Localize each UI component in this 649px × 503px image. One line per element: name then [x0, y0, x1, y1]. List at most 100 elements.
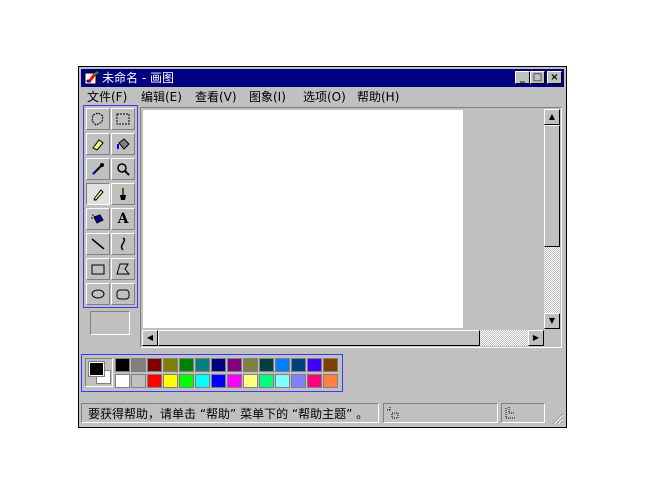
- color-swatch[interactable]: [275, 374, 290, 388]
- tool-airbrush[interactable]: [86, 208, 110, 230]
- close-icon: ×: [550, 72, 559, 83]
- paint-app-icon[interactable]: [84, 70, 100, 86]
- free-form-select-icon: [91, 112, 104, 126]
- tool-free-form-select[interactable]: [86, 108, 110, 130]
- color-swatch[interactable]: [147, 374, 162, 388]
- color-swatch[interactable]: [307, 358, 322, 372]
- tool-polygon[interactable]: [111, 258, 135, 280]
- menu-options[interactable]: 选项(O): [303, 90, 346, 104]
- color-swatch[interactable]: [211, 374, 226, 388]
- menu-file[interactable]: 文件(F): [87, 90, 127, 104]
- text-icon: A: [117, 211, 129, 227]
- current-colors[interactable]: [85, 358, 113, 387]
- color-swatch[interactable]: [195, 374, 210, 388]
- color-palette: [81, 354, 343, 392]
- horizontal-scrollbar[interactable]: ◀ ▶: [142, 330, 544, 346]
- close-button[interactable]: ×: [547, 71, 562, 84]
- menu-bar: 文件(F) 编辑(E) 查看(V) 图象(I) 选项(O) 帮助(H): [81, 88, 564, 106]
- rounded-rectangle-icon: [116, 289, 130, 300]
- cursor-position-icon: [387, 407, 399, 419]
- menu-view[interactable]: 查看(V): [195, 90, 237, 104]
- color-swatch[interactable]: [227, 374, 242, 388]
- color-swatch[interactable]: [147, 358, 162, 372]
- minimize-icon: _: [520, 72, 525, 83]
- airbrush-icon: [91, 214, 104, 224]
- rectangle-icon: [91, 264, 105, 275]
- minimize-button[interactable]: _: [515, 71, 530, 84]
- status-help-text: 要获得帮助，请单击 “帮助” 菜单下的 “帮助主题” 。: [88, 407, 369, 421]
- color-swatch[interactable]: [179, 358, 194, 372]
- tool-pick-color[interactable]: [86, 158, 110, 180]
- canvas-area: ▲ ▼ ◀ ▶: [140, 107, 562, 348]
- paint-window: 未命名 - 画图 _ □ × 文件(F) 编辑(E) 查看(V) 图象(I) 选…: [78, 66, 567, 428]
- color-swatch[interactable]: [259, 358, 274, 372]
- polygon-icon: [116, 263, 131, 275]
- color-swatch[interactable]: [323, 358, 338, 372]
- curve-icon: [120, 237, 126, 251]
- color-swatch[interactable]: [195, 358, 210, 372]
- tool-select[interactable]: [111, 108, 135, 130]
- select-icon: [116, 113, 130, 125]
- foreground-color-swatch: [88, 361, 105, 377]
- color-swatch[interactable]: [275, 358, 290, 372]
- tool-text[interactable]: A: [111, 208, 135, 230]
- tool-curve[interactable]: [111, 233, 135, 255]
- color-swatch[interactable]: [227, 358, 242, 372]
- menu-image[interactable]: 图象(I): [249, 90, 286, 104]
- color-swatch[interactable]: [291, 358, 306, 372]
- pencil-icon: [93, 189, 104, 201]
- color-swatch[interactable]: [259, 374, 274, 388]
- color-swatch[interactable]: [243, 358, 258, 372]
- color-swatch[interactable]: [163, 374, 178, 388]
- tool-ellipse[interactable]: [86, 283, 110, 305]
- scroll-corner: [544, 330, 560, 346]
- color-swatch[interactable]: [179, 374, 194, 388]
- tool-options-box[interactable]: [90, 311, 130, 335]
- status-help-panel: 要获得帮助，请单击 “帮助” 菜单下的 “帮助主题” 。: [81, 403, 379, 423]
- title-bar[interactable]: 未命名 - 画图 _ □ ×: [81, 69, 564, 87]
- drawing-canvas[interactable]: [143, 110, 463, 328]
- tool-magnifier[interactable]: [111, 158, 135, 180]
- arrow-up-icon: ▲: [548, 112, 556, 121]
- tool-brush[interactable]: [111, 183, 135, 205]
- color-swatch[interactable]: [163, 358, 178, 372]
- color-swatch[interactable]: [323, 374, 338, 388]
- tool-eraser[interactable]: [86, 133, 110, 155]
- maximize-button[interactable]: □: [530, 71, 545, 84]
- scroll-down-button[interactable]: ▼: [544, 313, 560, 329]
- color-swatch[interactable]: [307, 374, 322, 388]
- arrow-down-icon: ▼: [548, 316, 556, 325]
- tool-pencil[interactable]: [86, 183, 110, 205]
- menu-help[interactable]: 帮助(H): [357, 90, 399, 104]
- vertical-scrollbar[interactable]: ▲ ▼: [544, 109, 560, 329]
- scroll-up-button[interactable]: ▲: [544, 109, 560, 125]
- color-swatch[interactable]: [291, 374, 306, 388]
- brush-icon: [120, 188, 126, 200]
- horizontal-scroll-thumb[interactable]: [158, 330, 480, 346]
- status-cursor-position: [383, 403, 498, 423]
- status-selection-size: [501, 403, 545, 423]
- selection-size-icon: [505, 407, 516, 419]
- tool-rounded-rectangle[interactable]: [111, 283, 135, 305]
- color-swatch[interactable]: [115, 358, 130, 372]
- color-swatch[interactable]: [115, 374, 130, 388]
- tool-fill[interactable]: [111, 133, 135, 155]
- color-swatch[interactable]: [131, 374, 146, 388]
- status-bar: 要获得帮助，请单击 “帮助” 菜单下的 “帮助主题” 。: [81, 401, 564, 425]
- color-swatch[interactable]: [211, 358, 226, 372]
- scroll-left-button[interactable]: ◀: [142, 330, 158, 346]
- scroll-right-button[interactable]: ▶: [528, 330, 544, 346]
- color-swatch[interactable]: [243, 374, 258, 388]
- toolbox: A: [83, 105, 138, 308]
- tool-rectangle[interactable]: [86, 258, 110, 280]
- magnifier-icon: [117, 163, 130, 176]
- arrow-left-icon: ◀: [146, 333, 154, 342]
- fill-with-color-icon: [117, 138, 130, 150]
- tool-line[interactable]: [86, 233, 110, 255]
- maximize-icon: □: [532, 72, 543, 83]
- color-swatch[interactable]: [131, 358, 146, 372]
- window-title: 未命名 - 画图: [102, 71, 174, 85]
- vertical-scroll-thumb[interactable]: [544, 125, 560, 247]
- menu-edit[interactable]: 编辑(E): [141, 90, 182, 104]
- resize-grip-icon[interactable]: [550, 411, 564, 425]
